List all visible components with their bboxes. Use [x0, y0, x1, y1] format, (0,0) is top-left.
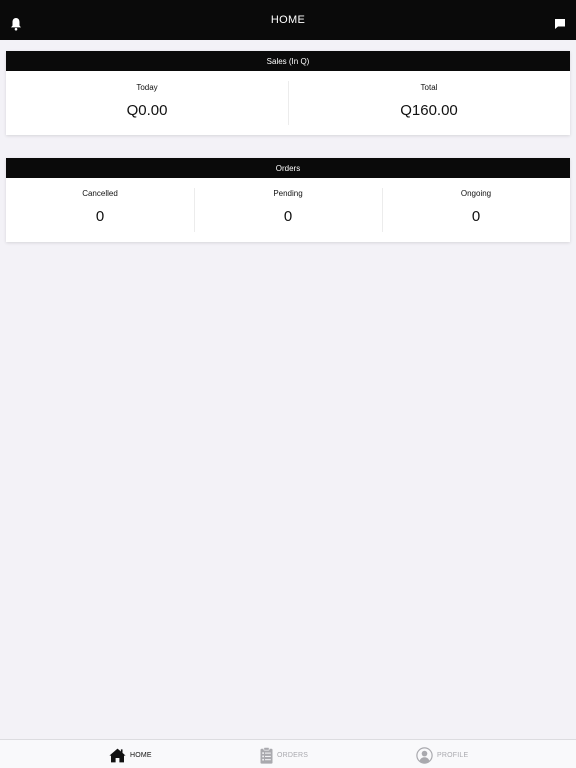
- tab-label: HOME: [130, 751, 152, 759]
- bell-icon[interactable]: [10, 17, 22, 31]
- stat-value: 0: [95, 208, 105, 225]
- stat-label: Cancelled: [82, 189, 118, 198]
- stat-value: 0: [283, 208, 293, 225]
- stat-label: Pending: [273, 189, 303, 198]
- sales-total-stat: Total Q160.00: [288, 71, 570, 135]
- stat-label: Today: [136, 83, 158, 92]
- tab-profile[interactable]: PROFILE: [416, 746, 468, 764]
- orders-pending-stat[interactable]: Pending 0: [194, 178, 382, 242]
- page-title: HOME: [270, 14, 306, 26]
- stat-label: Ongoing: [460, 189, 492, 198]
- home-icon: [109, 748, 126, 762]
- stat-value: Q0.00: [126, 102, 168, 119]
- tab-label: PROFILE: [437, 751, 469, 759]
- top-navigation-bar: HOME: [0, 0, 576, 40]
- sales-card-title: Sales (In Q): [6, 51, 570, 71]
- chat-icon[interactable]: [554, 18, 566, 30]
- orders-cancelled-stat[interactable]: Cancelled 0: [6, 178, 194, 242]
- bottom-tab-bar: HOME ORDERS PROFILE: [0, 739, 576, 768]
- tab-orders[interactable]: ORDERS: [260, 746, 308, 764]
- sales-today-stat: Today Q0.00: [6, 71, 288, 135]
- clipboard-icon: [260, 746, 273, 764]
- user-circle-icon: [416, 746, 433, 764]
- sales-stats: Today Q0.00 Total Q160.00: [6, 71, 570, 135]
- orders-stats: Cancelled 0 Pending 0 Ongoing 0: [6, 178, 570, 242]
- orders-ongoing-stat[interactable]: Ongoing 0: [382, 178, 570, 242]
- stat-value: Q160.00: [400, 102, 458, 119]
- stat-label: Total: [420, 83, 438, 92]
- sales-card: Sales (In Q) Today Q0.00 Total Q160.00: [6, 51, 570, 135]
- stat-value: 0: [471, 208, 481, 225]
- tab-home[interactable]: HOME: [109, 746, 152, 764]
- orders-card: Orders Cancelled 0 Pending 0 Ongoing 0: [6, 158, 570, 242]
- tab-label: ORDERS: [277, 751, 309, 759]
- orders-card-title: Orders: [6, 158, 570, 178]
